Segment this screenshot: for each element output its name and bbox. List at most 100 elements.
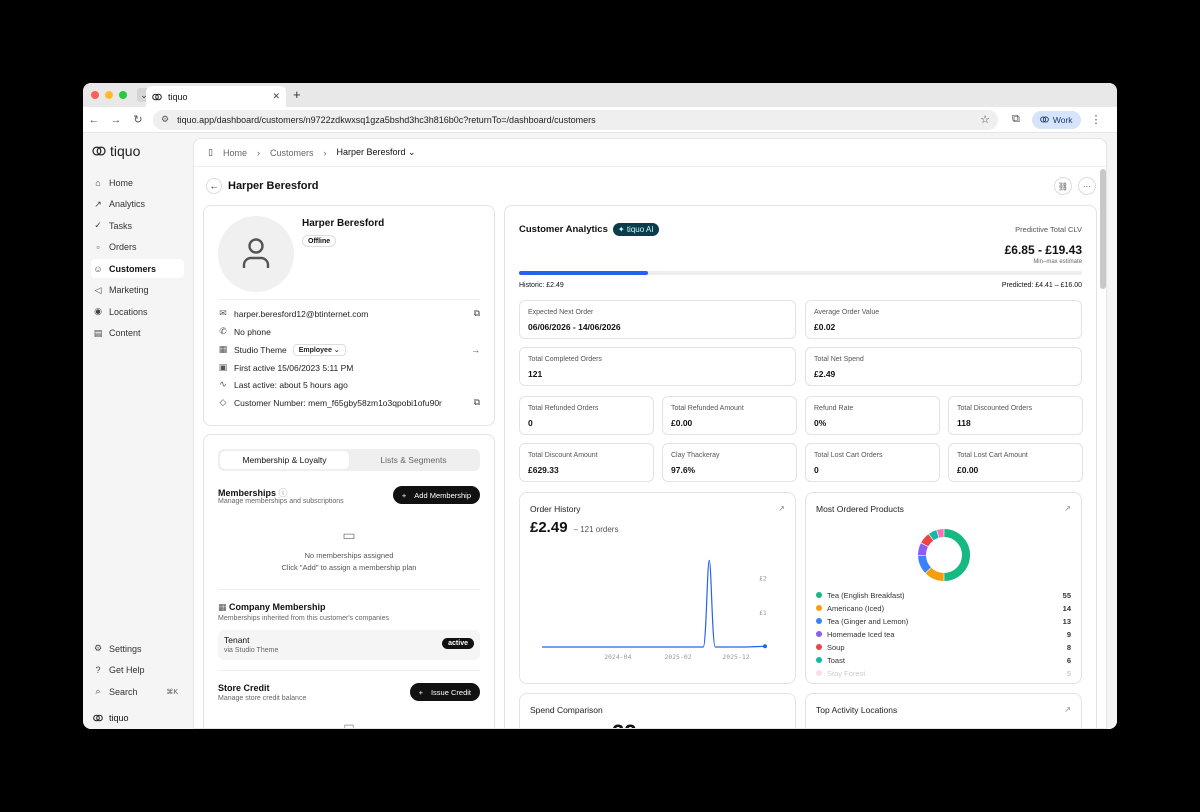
site-settings-icon[interactable]: ⚙	[161, 114, 169, 125]
legend-swatch	[816, 631, 822, 637]
copy-email-icon[interactable]: ⧉	[474, 308, 480, 319]
legend-value: 8	[1066, 642, 1071, 652]
sidebar-nav: ⌂ Home ↗ Analytics ✓ Tasks ▫ Orders ☺ Customers ◁ M…	[91, 173, 193, 343]
stat-value: £2.49	[814, 369, 836, 379]
url-text: tiquo.app/dashboard/customers/n9722zdkwx…	[177, 114, 596, 125]
pie-slice[interactable]	[918, 555, 932, 573]
copy-customer-number-icon[interactable]: ⧉	[474, 397, 480, 408]
tenant-membership-row[interactable]: Tenant via Studio Theme active	[218, 630, 480, 660]
sidebar-item-locations[interactable]: ◉ Locations	[91, 302, 184, 321]
store-credit-title: Store Credit	[218, 683, 270, 693]
back-button[interactable]: ←	[206, 178, 222, 194]
bookmark-star-icon[interactable]: ☆	[980, 113, 990, 126]
stat-card: Total Net Spend £2.49	[805, 347, 1082, 386]
company-membership-title: ▦ Company Membership	[218, 602, 326, 613]
forward-icon[interactable]: →	[105, 114, 127, 126]
add-membership-button[interactable]: + Add Membership	[392, 486, 480, 504]
more-options-button[interactable]: ···	[1078, 177, 1096, 195]
legend-label: Tea (English Breakfast)	[827, 590, 905, 600]
breadcrumb-current[interactable]: Harper Beresford ⌄	[336, 147, 415, 158]
sidebar-item-orders[interactable]: ▫ Orders	[91, 238, 184, 257]
legend-swatch	[816, 670, 822, 676]
role-select[interactable]: Employee ⌄	[292, 343, 346, 356]
ai-badge[interactable]: ✦ tiquo AI	[612, 223, 659, 236]
email-row: ✉ harper.beresford12@btinternet.com ⧉	[218, 306, 480, 321]
megaphone-icon: ◁	[94, 284, 102, 295]
close-window-button[interactable]	[91, 91, 99, 99]
sidebar-item-tasks[interactable]: ✓ Tasks	[91, 216, 184, 235]
pie-slice[interactable]	[943, 529, 970, 581]
scrollbar[interactable]	[1100, 169, 1106, 289]
search-shortcut: ⌘K	[166, 688, 178, 696]
pie-slice[interactable]	[925, 567, 945, 581]
pie-slice[interactable]	[937, 529, 944, 538]
stat-value: £0.00	[671, 418, 693, 428]
stat-value: 0	[814, 465, 819, 475]
home-icon: ⌂	[95, 177, 101, 188]
customer-analytics-card: Customer Analytics ✦ tiquo AI Predictive…	[504, 205, 1097, 728]
stat-card: Total Refunded Orders 0	[519, 396, 654, 435]
sidebar-item-search[interactable]: ⌕ Search ⌘K	[91, 682, 184, 701]
pie-slice[interactable]	[929, 530, 939, 541]
user-icon	[242, 238, 270, 268]
brand[interactable]: tiquo	[92, 143, 193, 159]
first-active-value: First active 15/06/2023 5:11 PM	[234, 362, 354, 373]
stat-value: 0	[528, 418, 533, 428]
pie-slice[interactable]	[921, 534, 934, 547]
divider	[218, 299, 480, 300]
expand-icon[interactable]: ↗	[1064, 705, 1071, 714]
copy-link-button[interactable]: ⛓	[1054, 177, 1072, 195]
minimize-window-button[interactable]	[105, 91, 113, 99]
membership-tabs: Membership & Loyalty Lists & Segments	[218, 449, 480, 471]
analytics-icon: ↗	[94, 198, 102, 209]
profile-button[interactable]: Work	[1031, 110, 1081, 129]
stat-card: Total Refunded Amount £0.00	[662, 396, 797, 435]
activity-icon: ∿	[219, 379, 227, 389]
tab-membership-loyalty[interactable]: Membership & Loyalty	[220, 451, 349, 469]
maximize-window-button[interactable]	[119, 91, 127, 99]
wallet-icon: ▭	[343, 719, 355, 729]
tiquo-logo-icon	[93, 714, 103, 722]
window-controls	[91, 91, 127, 99]
tab-lists-segments[interactable]: Lists & Segments	[349, 451, 478, 469]
browser-tab[interactable]: tiquo ✕	[146, 86, 286, 107]
workspace-switcher[interactable]: tiquo	[91, 713, 184, 723]
open-company-icon[interactable]: →	[471, 345, 480, 355]
page-title: Harper Beresford	[228, 180, 319, 192]
sidebar-item-content[interactable]: ▤ Content	[91, 324, 184, 343]
back-icon[interactable]: ←	[83, 114, 105, 126]
legend-swatch	[816, 618, 822, 624]
main-panel: ▯ Home › Customers › Harper Beresford ⌄ …	[193, 138, 1107, 729]
stat-card: Total Discounted Orders 118	[948, 396, 1083, 435]
extensions-icon[interactable]: ⧉	[1012, 113, 1020, 126]
sidebar-item-help[interactable]: ? Get Help	[91, 661, 184, 680]
stat-label: Total Discount Amount	[528, 452, 598, 459]
sidebar-item-marketing[interactable]: ◁ Marketing	[91, 281, 184, 300]
new-tab-button[interactable]: +	[293, 87, 301, 102]
legend-swatch	[816, 657, 822, 663]
add-membership-label: Add Membership	[414, 490, 471, 500]
sidebar-item-customers[interactable]: ☺ Customers	[91, 259, 184, 278]
data-point[interactable]	[763, 644, 767, 649]
profile-name: Harper Beresford	[302, 218, 385, 229]
stat-value: 0%	[814, 418, 827, 428]
stat-label: Average Order Value	[814, 309, 880, 316]
issue-credit-button[interactable]: + Issue Credit	[409, 683, 480, 701]
clv-progress-fill	[519, 271, 649, 275]
breadcrumb-home[interactable]: Home	[223, 148, 247, 158]
reload-icon[interactable]: ↻	[127, 113, 149, 126]
info-icon[interactable]: ⓘ	[279, 488, 288, 498]
status-badge: active	[442, 638, 474, 649]
sidebar-toggle-icon[interactable]: ▯	[208, 147, 213, 158]
close-tab-icon[interactable]: ✕	[272, 91, 280, 102]
browser-menu-icon[interactable]: ⋮	[1091, 113, 1102, 126]
cart-icon: ▫	[96, 242, 100, 252]
pie-slice[interactable]	[918, 543, 929, 556]
breadcrumb-customers[interactable]: Customers	[270, 148, 314, 158]
sidebar-item-settings[interactable]: ⚙ Settings	[91, 639, 184, 658]
legend-item: Americano (Iced) 14	[816, 602, 1071, 614]
sidebar-item-analytics[interactable]: ↗ Analytics	[91, 195, 184, 214]
url-field[interactable]: ⚙ tiquo.app/dashboard/customers/n9722zdk…	[153, 109, 998, 130]
sidebar-item-home[interactable]: ⌂ Home	[91, 173, 184, 192]
order-history-card: Order History ↗ £2.49 – 121 orders £2 £1 2…	[519, 492, 796, 684]
